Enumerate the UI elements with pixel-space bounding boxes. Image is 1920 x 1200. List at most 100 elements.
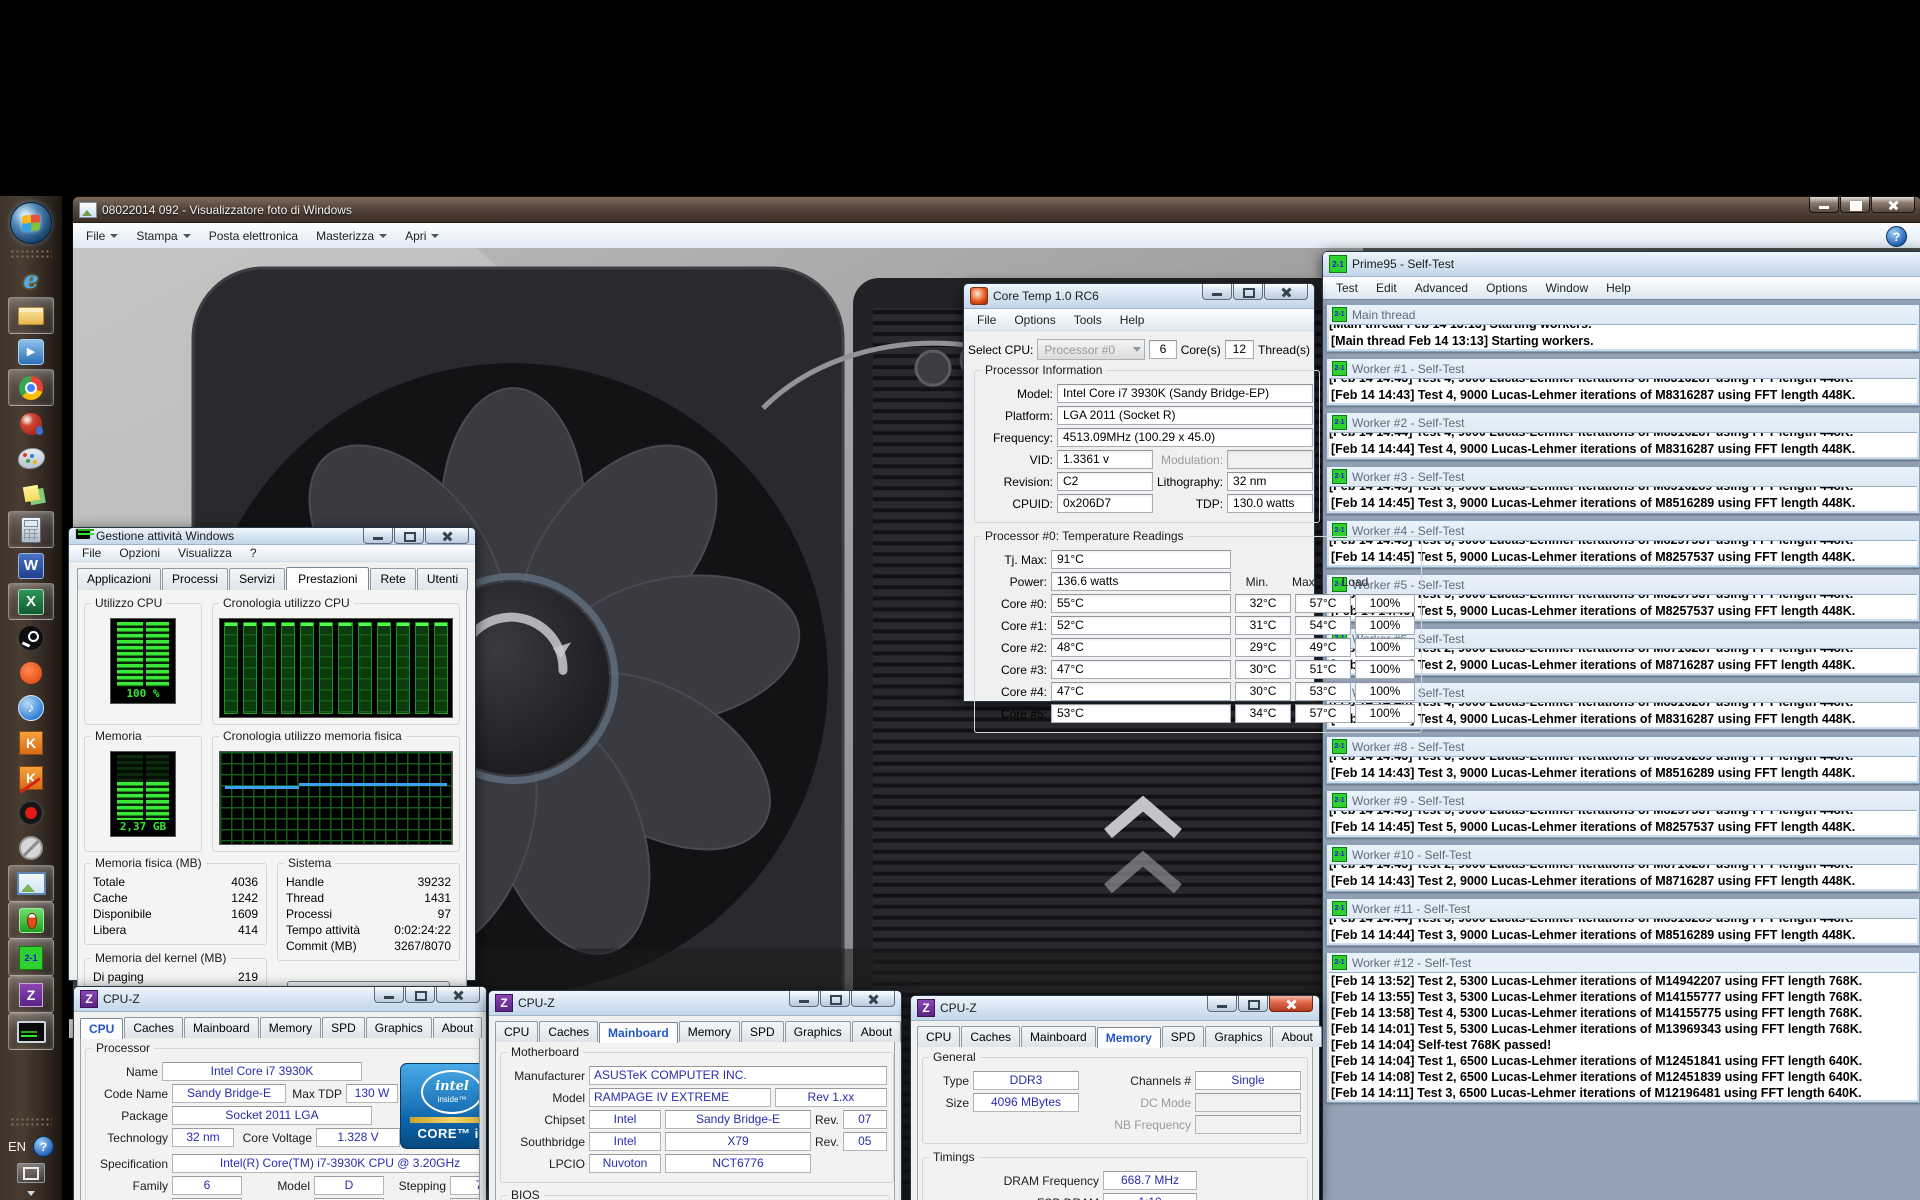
media-player-icon[interactable]: ▶	[9, 334, 53, 369]
menu-item[interactable]: File	[77, 228, 127, 244]
calculator-icon[interactable]	[8, 511, 54, 548]
tab[interactable]: SPD	[1162, 1026, 1205, 1047]
prime95-titlebar[interactable]: 2-1 Prime95 - Self-Test	[1323, 252, 1920, 277]
worker-window[interactable]: 2-1 Worker #8 - Self-Test [Feb 14 14:43]…	[1326, 736, 1920, 784]
tab[interactable]: Graphics	[785, 1021, 851, 1042]
start-button[interactable]	[10, 202, 52, 244]
worker-window[interactable]: 2-1 Worker #3 - Self-Test [Feb 14 14:45]…	[1326, 466, 1920, 514]
menu-item[interactable]: Help	[1597, 280, 1640, 296]
excel-icon[interactable]: X	[8, 583, 54, 620]
worker-window[interactable]: 2-1 Worker #10 - Self-Test [Feb 14 14:43…	[1326, 844, 1920, 892]
windows-explorer-icon[interactable]	[8, 297, 54, 334]
menu-item[interactable]: Test	[1327, 280, 1367, 296]
close-button[interactable]	[1871, 197, 1915, 213]
tab[interactable]: Memory	[1097, 1027, 1161, 1048]
tab[interactable]: Caches	[124, 1017, 183, 1038]
menu-item[interactable]: Posta elettronica	[200, 228, 307, 244]
maximize-button[interactable]	[1840, 197, 1870, 213]
cpu-z-icon[interactable]: Z	[8, 976, 54, 1013]
tab[interactable]: Mainboard	[1021, 1026, 1096, 1047]
task-manager-titlebar[interactable]: Gestione attività Windows	[69, 528, 475, 545]
core-temp-titlebar[interactable]: Core Temp 1.0 RC6	[964, 284, 1314, 309]
close-button[interactable]	[436, 987, 480, 1003]
prime95-icon[interactable]: 2-1	[8, 939, 54, 976]
k-suite-off-icon[interactable]: K	[9, 760, 53, 795]
close-button[interactable]	[1264, 284, 1308, 300]
tab[interactable]: Servizi	[229, 568, 285, 590]
sticky-notes-icon[interactable]	[9, 476, 53, 511]
tab[interactable]: Graphics	[1205, 1026, 1271, 1047]
system-monitor-icon[interactable]	[8, 1013, 54, 1050]
minimize-button[interactable]	[363, 528, 393, 544]
close-button[interactable]	[425, 528, 469, 544]
core-temp-icon[interactable]	[8, 902, 54, 939]
tab[interactable]: Rete	[370, 568, 415, 590]
origin-icon[interactable]	[9, 655, 53, 690]
worker-window[interactable]: 2-1 Worker #11 - Self-Test [Feb 14 14:44…	[1326, 898, 1920, 946]
word-icon[interactable]: W	[9, 548, 53, 583]
cpuz-titlebar[interactable]: Z CPU-Z	[911, 996, 1319, 1021]
main-thread-window[interactable]: 2-1 Main thread [Main thread Feb 14 13:1…	[1326, 304, 1920, 352]
help-button[interactable]: ?	[1886, 226, 1907, 247]
k-suite-icon[interactable]: K	[9, 725, 53, 760]
minimize-button[interactable]	[374, 987, 404, 1003]
menu-item[interactable]: ?	[241, 545, 266, 561]
tab[interactable]: Applicazioni	[77, 568, 161, 590]
recorder-icon[interactable]	[9, 795, 53, 830]
taskbar-grip[interactable]	[10, 249, 52, 259]
minimize-button[interactable]	[1809, 197, 1839, 213]
menu-item[interactable]: Masterizza	[307, 228, 396, 244]
photo-viewer-icon[interactable]	[8, 865, 54, 902]
show-desktop-button[interactable]	[17, 1163, 45, 1183]
tab[interactable]: Memory	[679, 1021, 740, 1042]
internet-explorer-icon[interactable]: e	[9, 262, 53, 297]
menu-item[interactable]: Options	[1005, 312, 1064, 328]
cpu-selector-dropdown[interactable]: Processor #0	[1037, 339, 1145, 360]
menu-item[interactable]: File	[968, 312, 1005, 328]
maximize-button[interactable]	[394, 528, 424, 544]
photo-viewer-titlebar[interactable]: 08022014 092 - Visualizzatore foto di Wi…	[73, 197, 1920, 223]
tab[interactable]: Caches	[961, 1026, 1020, 1047]
menu-item[interactable]: Advanced	[1406, 280, 1477, 296]
photo-gallery-icon[interactable]	[9, 406, 53, 441]
steam-icon[interactable]	[9, 620, 53, 655]
cpuz-titlebar[interactable]: Z CPU-Z	[74, 987, 486, 1012]
minimize-button[interactable]	[789, 991, 819, 1007]
language-indicator[interactable]: EN	[8, 1139, 26, 1154]
menu-item[interactable]: Window	[1536, 280, 1597, 296]
worker-window[interactable]: 2-1 Worker #1 - Self-Test [Feb 14 14:43]…	[1326, 358, 1920, 406]
tab[interactable]: About	[1272, 1026, 1321, 1047]
minimize-button[interactable]	[1207, 996, 1237, 1012]
paint-icon[interactable]	[9, 441, 53, 476]
tab[interactable]: SPD	[741, 1021, 784, 1042]
menu-item[interactable]: File	[73, 545, 110, 561]
menu-item[interactable]: Opzioni	[110, 545, 169, 561]
tab[interactable]: Mainboard	[184, 1017, 259, 1038]
maximize-button[interactable]	[405, 987, 435, 1003]
cpuz-titlebar[interactable]: Z CPU-Z	[489, 991, 901, 1016]
maximize-button[interactable]	[1233, 284, 1263, 300]
tab[interactable]: Mainboard	[599, 1022, 678, 1043]
close-button[interactable]	[851, 991, 895, 1007]
itunes-icon[interactable]: ♪	[9, 690, 53, 725]
tab[interactable]: Memory	[260, 1017, 321, 1038]
worker-window[interactable]: 2-1 Worker #12 - Self-Test [Feb 14 13:52…	[1326, 952, 1920, 1103]
tab[interactable]: SPD	[322, 1017, 365, 1038]
help-button[interactable]: ?	[33, 1136, 54, 1157]
taskbar-grip[interactable]	[10, 1117, 52, 1127]
tab[interactable]: CPU	[80, 1018, 123, 1039]
menu-item[interactable]: Options	[1477, 280, 1536, 296]
maximize-button[interactable]	[1238, 996, 1268, 1012]
tab[interactable]: Processi	[162, 568, 228, 590]
tab[interactable]: CPU	[495, 1021, 538, 1042]
close-button[interactable]	[1269, 996, 1313, 1012]
menu-item[interactable]: Visualizza	[169, 545, 241, 561]
menu-item[interactable]: Tools	[1065, 312, 1111, 328]
menu-item[interactable]: Stampa	[127, 228, 199, 244]
blocked-app-icon[interactable]	[9, 830, 53, 865]
tab[interactable]: About	[852, 1021, 901, 1042]
tab[interactable]: Prestazioni	[286, 567, 369, 591]
tab[interactable]: CPU	[917, 1026, 960, 1047]
worker-window[interactable]: 2-1 Worker #2 - Self-Test [Feb 14 14:44]…	[1326, 412, 1920, 460]
tab[interactable]: Graphics	[366, 1017, 432, 1038]
